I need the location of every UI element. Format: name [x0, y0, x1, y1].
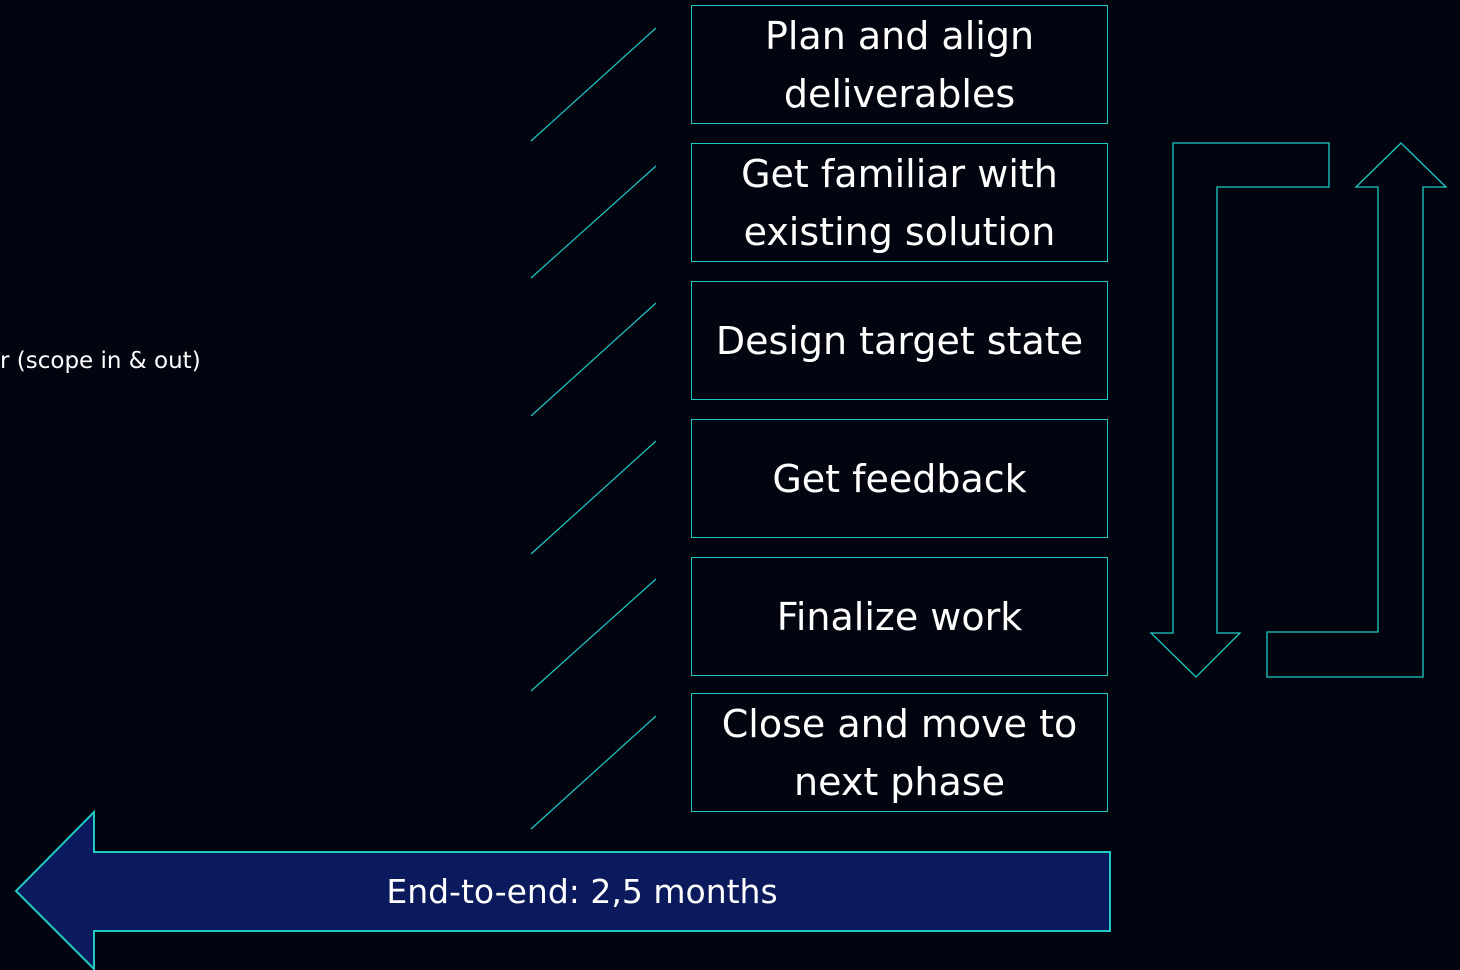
duration-arrow	[14, 809, 1111, 970]
duration-label: End-to-end: 2,5 months	[386, 872, 778, 911]
process-diagram: Plan and align deliverables Get familiar…	[0, 0, 1460, 970]
